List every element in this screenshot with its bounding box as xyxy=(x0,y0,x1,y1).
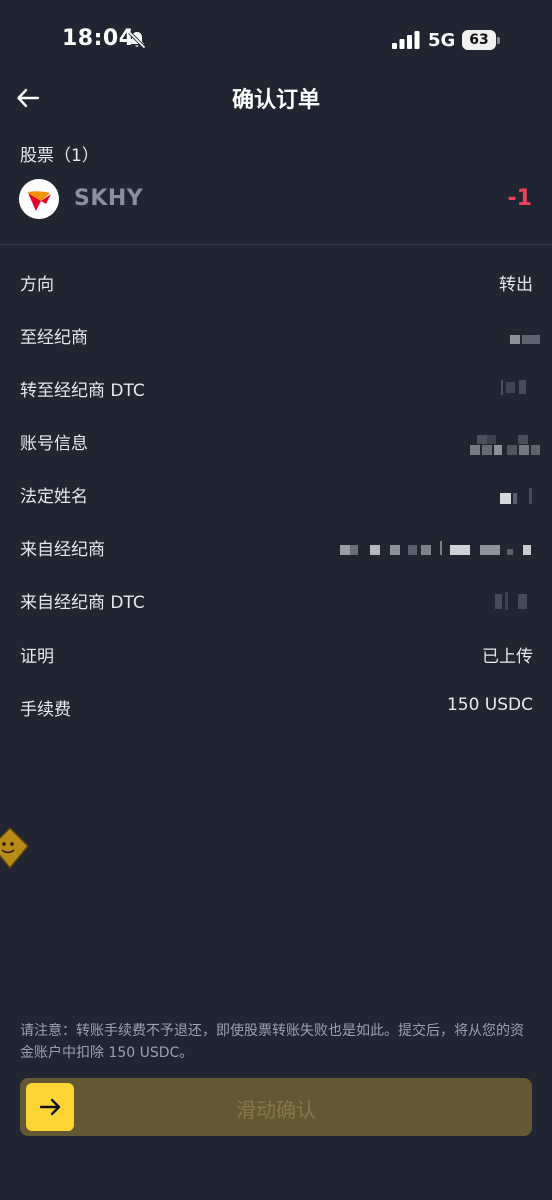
stock-symbol: SKHY xyxy=(74,186,144,211)
detail-label: 转至经纪商 DTC xyxy=(20,381,145,401)
detail-row-to-broker: 至经纪商 xyxy=(0,315,552,355)
redacted-value xyxy=(490,580,535,620)
slider-handle[interactable] xyxy=(26,1083,74,1131)
detail-label: 账号信息 xyxy=(20,434,88,454)
detail-row-from-broker: 来自经纪商 xyxy=(0,527,552,567)
battery-icon: 63 xyxy=(462,30,500,50)
battery-level: 63 xyxy=(462,30,496,50)
divider xyxy=(0,244,552,245)
detail-row-fee: 手续费 150 USDC xyxy=(0,687,552,727)
detail-row-from-broker-dtc: 来自经纪商 DTC xyxy=(0,580,552,620)
detail-label: 证明 xyxy=(20,647,54,667)
slide-to-confirm[interactable]: 滑动确认 xyxy=(20,1078,532,1136)
detail-row-direction: 方向 转出 xyxy=(0,262,552,302)
detail-label: 手续费 xyxy=(20,700,71,720)
bell-muted-icon xyxy=(128,31,146,49)
detail-label: 至经纪商 xyxy=(20,328,88,348)
status-time: 18:04 xyxy=(62,26,135,51)
detail-label: 来自经纪商 xyxy=(20,540,105,560)
stocks-section-label: 股票（1） xyxy=(20,146,99,166)
detail-row-proof: 证明 已上传 xyxy=(0,634,552,674)
arrow-right-icon xyxy=(39,1098,61,1116)
stock-quantity: -1 xyxy=(507,186,532,211)
floating-mascot-icon[interactable] xyxy=(0,826,30,870)
detail-row-legal-name: 法定姓名 xyxy=(0,474,552,514)
detail-label: 方向 xyxy=(20,275,54,295)
slider-label: 滑动确认 xyxy=(236,1098,316,1122)
fee-notice: 请注意：转账手续费不予退还，即使股票转账失败也是如此。提交后，将从您的资金账户中… xyxy=(20,1023,524,1061)
detail-label: 法定姓名 xyxy=(20,487,88,507)
detail-value: 转出 xyxy=(499,275,533,295)
redacted-value xyxy=(465,421,541,461)
page-title: 确认订单 xyxy=(231,88,320,113)
detail-row-to-broker-dtc: 转至经纪商 DTC xyxy=(0,368,552,408)
redacted-value xyxy=(495,368,535,408)
redacted-value xyxy=(495,474,540,514)
detail-value: 已上传 xyxy=(482,647,533,667)
redacted-value xyxy=(505,315,540,355)
stock-item: SKHY -1 xyxy=(0,176,552,224)
detail-label: 来自经纪商 DTC xyxy=(20,593,145,613)
network-type: 5G xyxy=(428,30,456,51)
nav-bar: 确认订单 xyxy=(0,72,552,124)
sk-hynix-logo-icon xyxy=(19,179,59,219)
redacted-value xyxy=(335,527,535,567)
detail-value: 150 USDC xyxy=(446,695,533,715)
detail-row-account-info: 账号信息 xyxy=(0,421,552,461)
status-bar: 18:04 5G 63 xyxy=(0,0,552,80)
signal-icon xyxy=(392,31,420,49)
